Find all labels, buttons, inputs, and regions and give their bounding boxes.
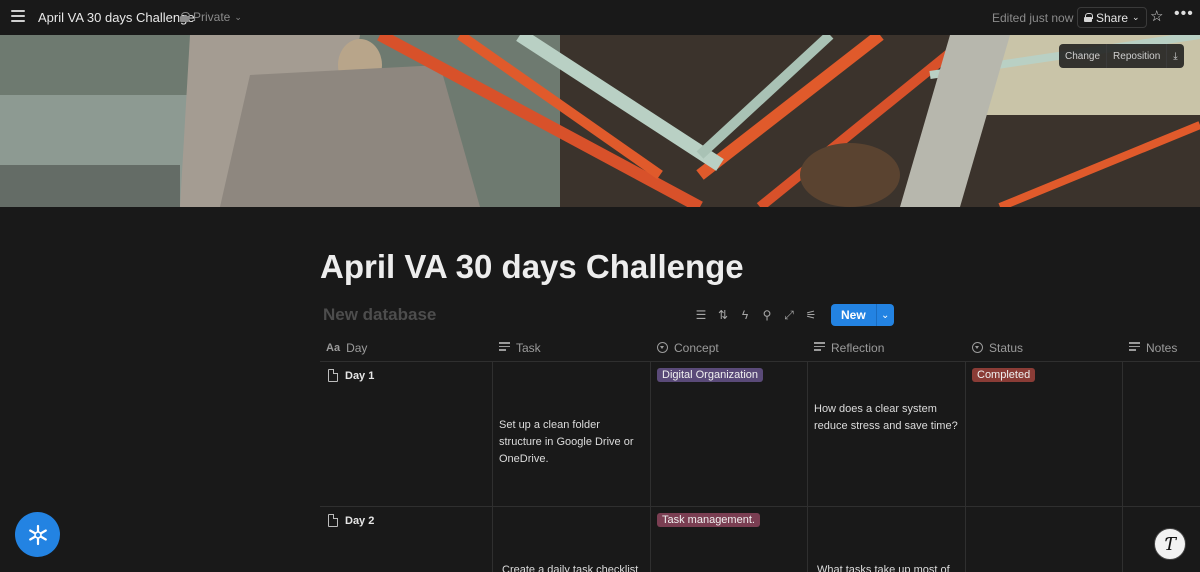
text-icon	[814, 342, 825, 353]
lock-icon	[180, 12, 190, 22]
snowflake-icon	[28, 524, 47, 545]
edited-status: Edited just now	[992, 11, 1074, 25]
task-cell[interactable]: Set up a clean folder structure in Googl…	[499, 417, 644, 468]
column-label: Task	[516, 340, 541, 355]
day-cell: Day 2	[345, 514, 375, 527]
column-header-day[interactable]: Aa Day	[326, 334, 367, 361]
help-widget-button[interactable]	[15, 512, 60, 557]
column-label: Concept	[674, 340, 719, 355]
column-label: Status	[989, 340, 1024, 355]
share-button[interactable]: Share ⌄	[1077, 7, 1147, 28]
new-label[interactable]: New	[831, 304, 876, 326]
column-header-concept[interactable]: Concept	[657, 334, 719, 361]
column-label: Reflection	[831, 340, 885, 355]
automation-lightning-icon[interactable]: ϟ	[734, 305, 756, 325]
concept-tag[interactable]: Digital Organization	[657, 368, 763, 382]
table-row-title[interactable]: Day 2	[328, 514, 374, 527]
cover-image: Change Reposition ⤓	[0, 35, 1200, 207]
change-cover-button[interactable]: Change	[1059, 44, 1108, 68]
privacy-label: Private	[193, 10, 231, 24]
column-divider	[492, 362, 493, 572]
breadcrumb-page-title[interactable]: April VA 30 days Challenge	[38, 10, 195, 25]
table-row-title[interactable]: Day 1	[328, 369, 374, 382]
reflection-cell[interactable]: How does a clear system reduce stress an…	[814, 401, 964, 435]
reflection-cell[interactable]: What tasks take up most of	[817, 562, 967, 572]
chevron-down-icon[interactable]: ⌄	[875, 304, 894, 326]
more-options-icon[interactable]: •••	[1174, 5, 1194, 23]
column-header-status[interactable]: Status	[972, 334, 1023, 361]
column-label: Day	[346, 340, 368, 355]
column-divider	[650, 362, 651, 572]
settings-sliders-icon[interactable]: ⚟	[800, 305, 822, 325]
header-divider	[320, 361, 1200, 362]
select-icon	[657, 342, 668, 353]
select-icon	[972, 342, 983, 353]
cover-illustration	[0, 35, 1200, 207]
task-cell[interactable]: Create a daily task checklist	[502, 562, 647, 572]
sidebar-menu-icon[interactable]	[11, 10, 25, 24]
status-badge[interactable]: Completed	[972, 368, 1036, 382]
column-header-reflection[interactable]: Reflection	[814, 334, 884, 361]
new-entry-button[interactable]: New ⌄	[831, 304, 894, 326]
chevron-down-icon: ⌄	[234, 11, 242, 22]
database-title[interactable]: New database	[323, 305, 436, 325]
brand-logo-icon[interactable]: Ƭ	[1154, 528, 1186, 560]
column-divider	[965, 362, 966, 572]
share-label: Share	[1096, 10, 1129, 25]
expand-icon[interactable]: ⤢	[778, 305, 800, 325]
top-bar: April VA 30 days Challenge Private ⌄ Edi…	[0, 0, 1200, 35]
lock-icon	[1084, 13, 1093, 22]
title-icon: Aa	[326, 341, 341, 354]
row-divider	[320, 506, 1200, 507]
column-header-task[interactable]: Task	[499, 334, 541, 361]
text-icon	[499, 342, 510, 353]
concept-tag[interactable]: Task management.	[657, 513, 760, 527]
favorite-star-icon[interactable]: ☆	[1150, 7, 1163, 25]
column-label: Notes	[1146, 340, 1178, 355]
page-title[interactable]: April VA 30 days Challenge	[320, 248, 744, 286]
filter-icon[interactable]: ☰	[690, 305, 712, 325]
download-icon[interactable]: ⤓	[1167, 44, 1183, 68]
privacy-selector[interactable]: Private ⌄	[180, 10, 242, 24]
page-icon	[328, 369, 338, 382]
page-icon	[328, 514, 338, 527]
column-divider	[1122, 362, 1123, 572]
column-divider	[807, 362, 808, 572]
cover-actions: Change Reposition ⤓	[1059, 44, 1184, 68]
day-cell: Day 1	[345, 369, 375, 382]
text-icon	[1129, 342, 1140, 353]
search-icon[interactable]: ⚲	[756, 305, 778, 325]
chevron-down-icon: ⌄	[1132, 12, 1140, 22]
sort-icon[interactable]: ⇅	[712, 305, 734, 325]
database-toolbar: ☰ ⇅ ϟ ⚲ ⤢ ⚟ New ⌄	[690, 304, 894, 326]
reposition-cover-button[interactable]: Reposition	[1107, 44, 1168, 68]
column-header-notes[interactable]: Notes	[1129, 334, 1177, 361]
